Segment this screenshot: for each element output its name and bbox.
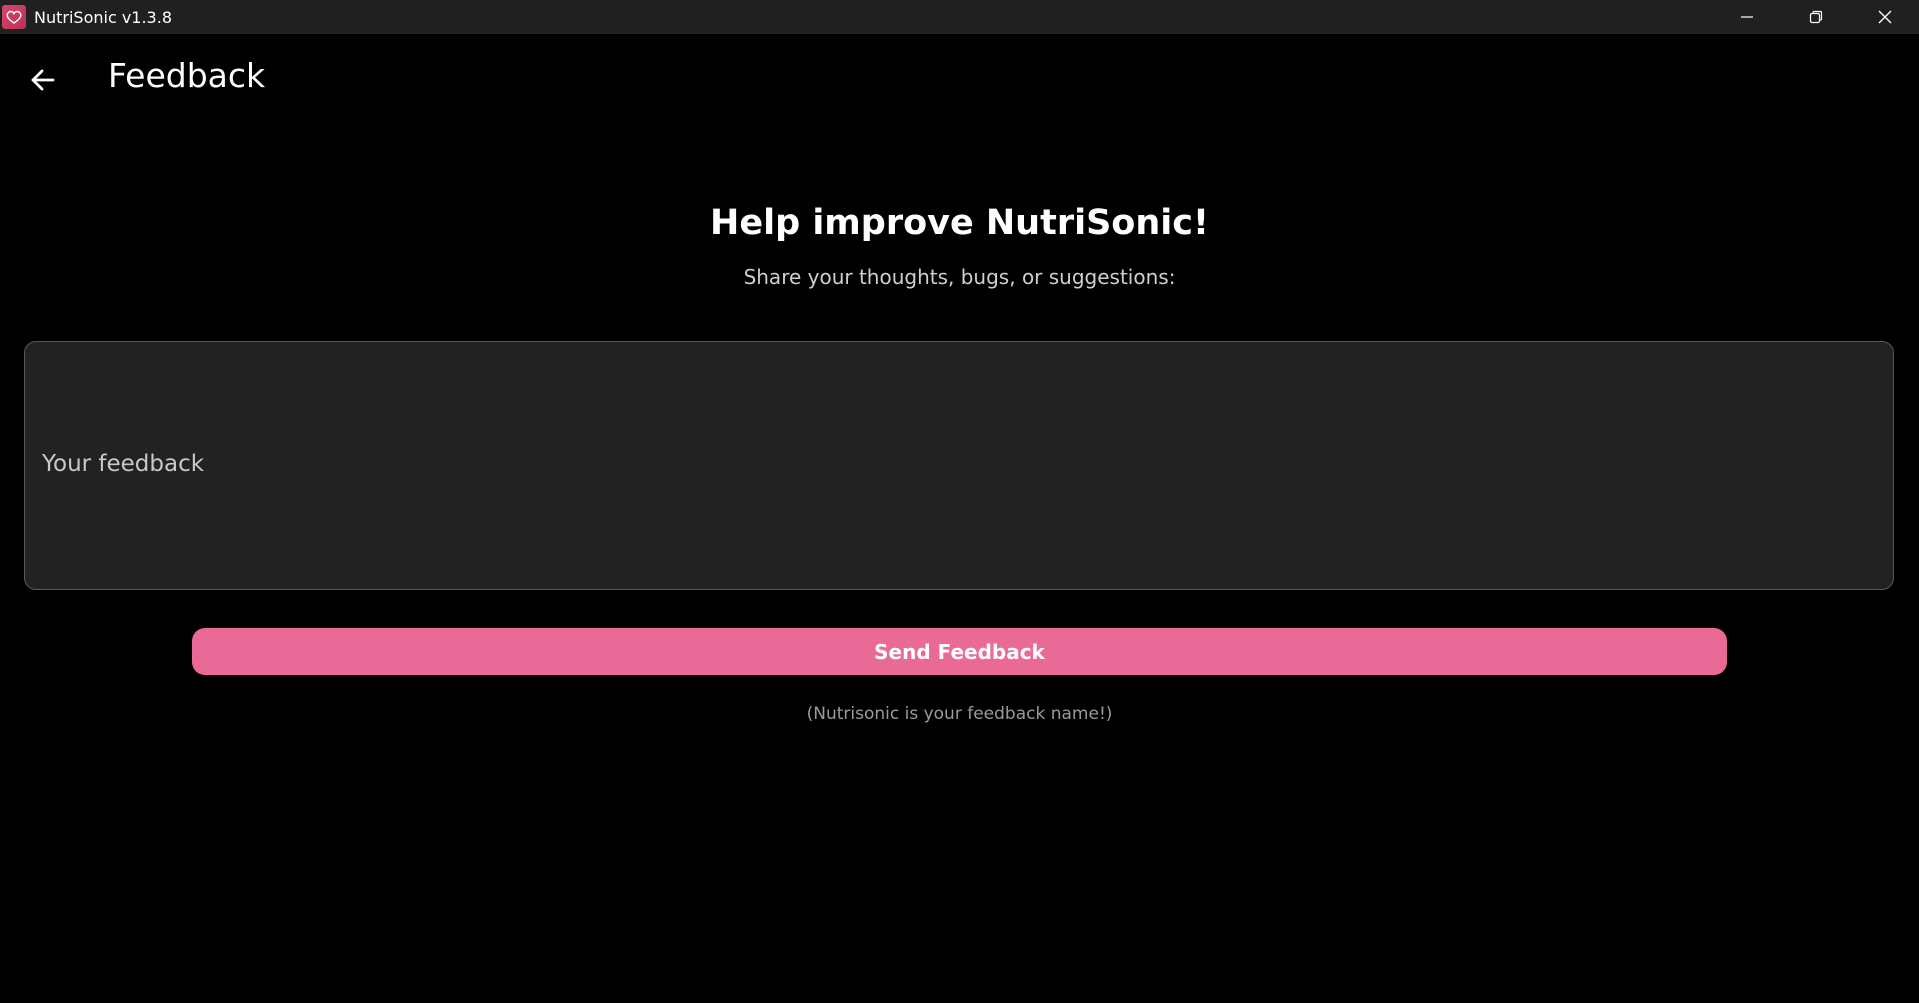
restore-button[interactable]	[1781, 0, 1850, 34]
arrow-left-icon	[31, 69, 55, 91]
feedback-heading: Help improve NutriSonic!	[710, 203, 1209, 243]
window-controls	[1712, 0, 1919, 34]
feedback-input[interactable]	[25, 342, 1893, 589]
feedback-field-container	[24, 341, 1894, 590]
close-icon	[1878, 10, 1891, 24]
close-button[interactable]	[1850, 0, 1919, 34]
app-header: Feedback	[0, 34, 1919, 120]
minimize-button[interactable]	[1712, 0, 1781, 34]
feedback-subheading: Share your thoughts, bugs, or suggestion…	[743, 265, 1176, 289]
feedback-footnote: (Nutrisonic is your feedback name!)	[806, 704, 1113, 724]
page-title: Feedback	[108, 56, 266, 95]
title-bar: NutriSonic v1.3.8	[0, 0, 1919, 34]
back-button[interactable]	[22, 59, 64, 101]
minimize-icon	[1740, 16, 1753, 18]
restore-icon	[1809, 10, 1822, 24]
heart-app-icon	[2, 5, 26, 29]
window-title: NutriSonic v1.3.8	[34, 7, 172, 27]
send-feedback-button[interactable]: Send Feedback	[192, 628, 1727, 675]
